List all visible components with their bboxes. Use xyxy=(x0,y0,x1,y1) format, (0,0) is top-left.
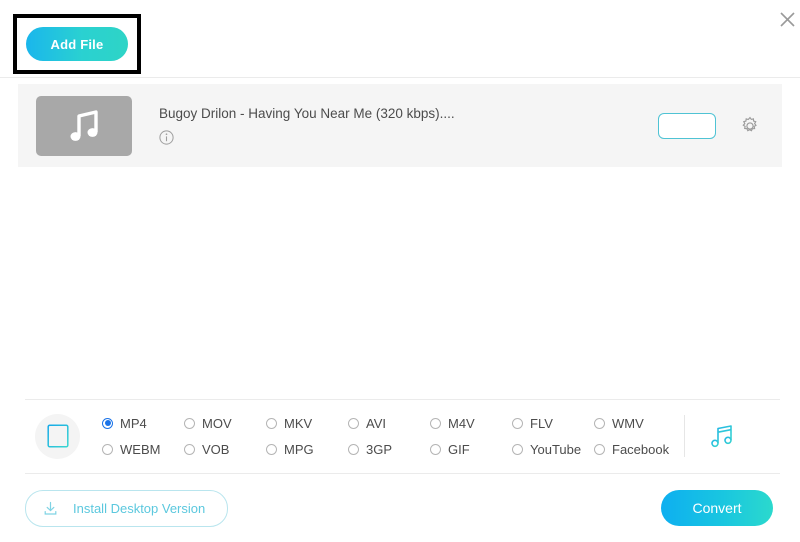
radio-dot xyxy=(266,443,277,455)
file-name: Bugoy Drilon - Having You Near Me (320 k… xyxy=(159,106,455,121)
convert-button[interactable]: Convert xyxy=(661,490,773,526)
download-icon xyxy=(42,500,59,517)
format-option-label: YouTube xyxy=(530,441,582,457)
radio-dot xyxy=(266,417,277,429)
radio-dot xyxy=(184,443,195,455)
format-option-label: M4V xyxy=(448,415,475,431)
radio-dot xyxy=(594,443,605,455)
format-option-label: AVI xyxy=(366,415,386,431)
format-option-label: MOV xyxy=(202,415,232,431)
file-info-button[interactable] xyxy=(159,130,174,145)
format-option-youtube[interactable]: YouTube xyxy=(512,442,594,457)
radio-dot xyxy=(512,417,523,429)
radio-dot xyxy=(594,417,605,429)
format-option-mov[interactable]: MOV xyxy=(184,416,266,431)
radio-dot xyxy=(430,417,441,429)
format-option-label: MPG xyxy=(284,441,314,457)
file-settings-button[interactable] xyxy=(740,116,760,136)
format-option-label: VOB xyxy=(202,441,230,457)
add-file-button[interactable]: Add File xyxy=(26,27,128,61)
section-divider xyxy=(684,415,685,457)
radio-dot xyxy=(348,417,359,429)
format-option-webm[interactable]: WEBM xyxy=(102,442,184,457)
format-option-label: GIF xyxy=(448,441,470,457)
install-desktop-version-button[interactable]: Install Desktop Version xyxy=(25,489,229,527)
radio-dot xyxy=(348,443,359,455)
format-option-label: WEBM xyxy=(120,441,161,457)
radio-dot xyxy=(184,417,195,429)
video-format-tab[interactable] xyxy=(35,413,80,459)
install-desktop-version-label: Install Desktop Version xyxy=(73,500,206,516)
format-option-label: MP4 xyxy=(120,415,147,431)
format-option-wmv[interactable]: WMV xyxy=(594,416,676,431)
file-list: Bugoy Drilon - Having You Near Me (320 k… xyxy=(0,79,800,397)
format-option-flv[interactable]: FLV xyxy=(512,416,594,431)
file-meta: Bugoy Drilon - Having You Near Me (320 k… xyxy=(159,106,658,145)
format-option-label: MKV xyxy=(284,415,313,431)
file-output-format-button[interactable] xyxy=(658,112,716,139)
format-option-label: Facebook xyxy=(612,441,670,457)
gear-icon xyxy=(742,116,757,132)
radio-dot xyxy=(102,443,113,455)
radio-dot xyxy=(102,417,113,429)
format-option-mp4[interactable]: MP4 xyxy=(102,416,184,431)
format-option-gif[interactable]: GIF xyxy=(430,442,512,457)
radio-dot xyxy=(512,443,523,455)
format-option-m4v[interactable]: M4V xyxy=(430,416,512,431)
format-option-vob[interactable]: VOB xyxy=(184,442,266,457)
format-selector-section: MP4 MOV MKV AVI M4V FLV WMV WEBM VOB MPG… xyxy=(0,399,800,473)
format-option-mkv[interactable]: MKV xyxy=(266,416,348,431)
film-strip-icon xyxy=(46,424,69,448)
format-option-label: WMV xyxy=(612,415,644,431)
music-note-icon xyxy=(70,109,98,141)
format-option-3gp[interactable]: 3GP xyxy=(348,442,430,457)
music-note-icon xyxy=(710,424,732,447)
format-radio-group: MP4 MOV MKV AVI M4V FLV WMV WEBM VOB MPG… xyxy=(102,410,676,462)
format-option-avi[interactable]: AVI xyxy=(348,416,430,431)
audio-format-tab[interactable] xyxy=(701,423,743,450)
format-option-label: FLV xyxy=(530,415,553,431)
format-option-facebook[interactable]: Facebook xyxy=(594,442,676,457)
radio-dot xyxy=(430,443,441,455)
format-option-mpg[interactable]: MPG xyxy=(266,442,348,457)
format-option-label: 3GP xyxy=(366,441,393,457)
file-thumbnail xyxy=(36,95,132,156)
info-icon xyxy=(159,130,174,145)
header-bar: Add File xyxy=(0,0,800,78)
file-actions xyxy=(658,112,760,139)
file-list-item[interactable]: Bugoy Drilon - Having You Near Me (320 k… xyxy=(18,84,782,167)
footer-bar: Install Desktop Version Convert xyxy=(0,474,800,542)
